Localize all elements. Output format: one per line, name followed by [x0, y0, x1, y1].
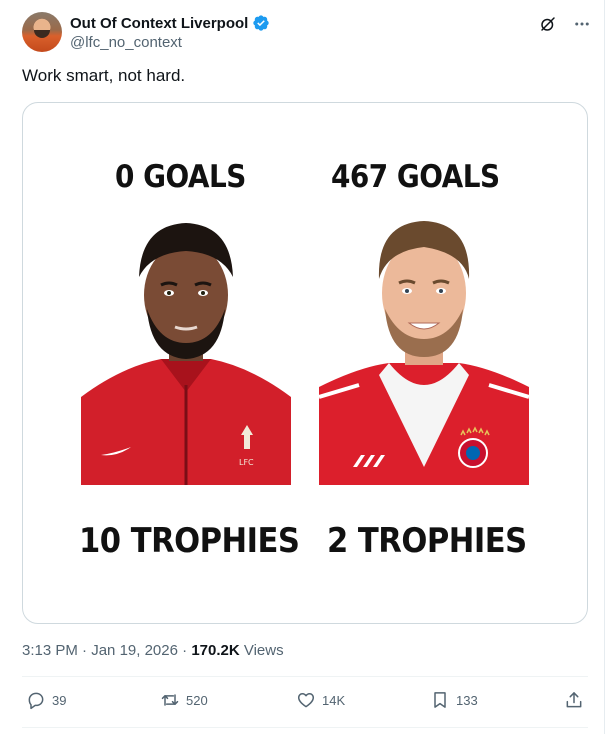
author-handle[interactable]: @lfc_no_context	[70, 34, 182, 51]
left-goals-label: 0 GOALS	[115, 159, 246, 195]
verified-badge-icon	[253, 15, 270, 31]
tweet-header: Out Of Context Liverpool @lfc_no_context	[22, 12, 592, 54]
right-goals-label: 467 GOALS	[331, 159, 500, 195]
retweet-button[interactable]: 520	[160, 690, 208, 710]
avatar[interactable]	[22, 12, 62, 52]
retweet-count: 520	[186, 692, 208, 708]
right-trophies-label: 2 TROPHIES	[327, 521, 527, 561]
play-icon	[283, 307, 331, 369]
views-label: Views	[243, 642, 284, 659]
bookmark-icon	[434, 692, 446, 708]
left-trophies-label: 10 TROPHIES	[79, 521, 300, 561]
like-button[interactable]: 14K	[296, 690, 345, 710]
reply-count: 39	[52, 692, 67, 708]
views-count: 170.2K	[191, 642, 240, 659]
tweet-actions: 39 520 14K 133	[22, 690, 588, 716]
tweet-date[interactable]: Jan 19, 2026	[91, 642, 178, 659]
media-image[interactable]: 0 GOALS 467 GOALS LFC 10 TROPHIES 2 TROP…	[22, 102, 588, 624]
reply-button[interactable]: 39	[26, 690, 66, 710]
player-photo-right	[319, 217, 529, 485]
tweet-time[interactable]: 3:13 PM	[22, 642, 78, 659]
like-count: 14K	[322, 692, 346, 708]
header-actions	[538, 14, 592, 34]
divider	[22, 727, 588, 728]
tweet-text: Work smart, not hard.	[22, 66, 186, 85]
bookmark-button[interactable]: 133	[430, 690, 478, 710]
meta-separator: ·	[82, 642, 92, 659]
tweet-meta: 3:13 PM · Jan 19, 2026 · 170.2K Views	[22, 642, 284, 659]
more-icon[interactable]	[572, 14, 592, 34]
tweet-detail: Out Of Context Liverpool @lfc_no_context…	[0, 0, 605, 734]
retweet-icon	[161, 694, 179, 706]
reply-icon	[28, 692, 44, 710]
meta-separator: ·	[182, 642, 192, 659]
divider	[22, 676, 588, 677]
author-name-row: Out Of Context Liverpool	[70, 14, 270, 32]
svg-text:LFC: LFC	[239, 458, 254, 467]
bookmark-count: 133	[456, 692, 478, 708]
grok-icon[interactable]	[538, 14, 558, 34]
player-photo-left: LFC	[81, 217, 291, 485]
author-display-name[interactable]: Out Of Context Liverpool	[70, 15, 248, 32]
share-button[interactable]	[564, 690, 584, 710]
like-icon	[297, 693, 315, 708]
share-icon	[566, 692, 582, 708]
